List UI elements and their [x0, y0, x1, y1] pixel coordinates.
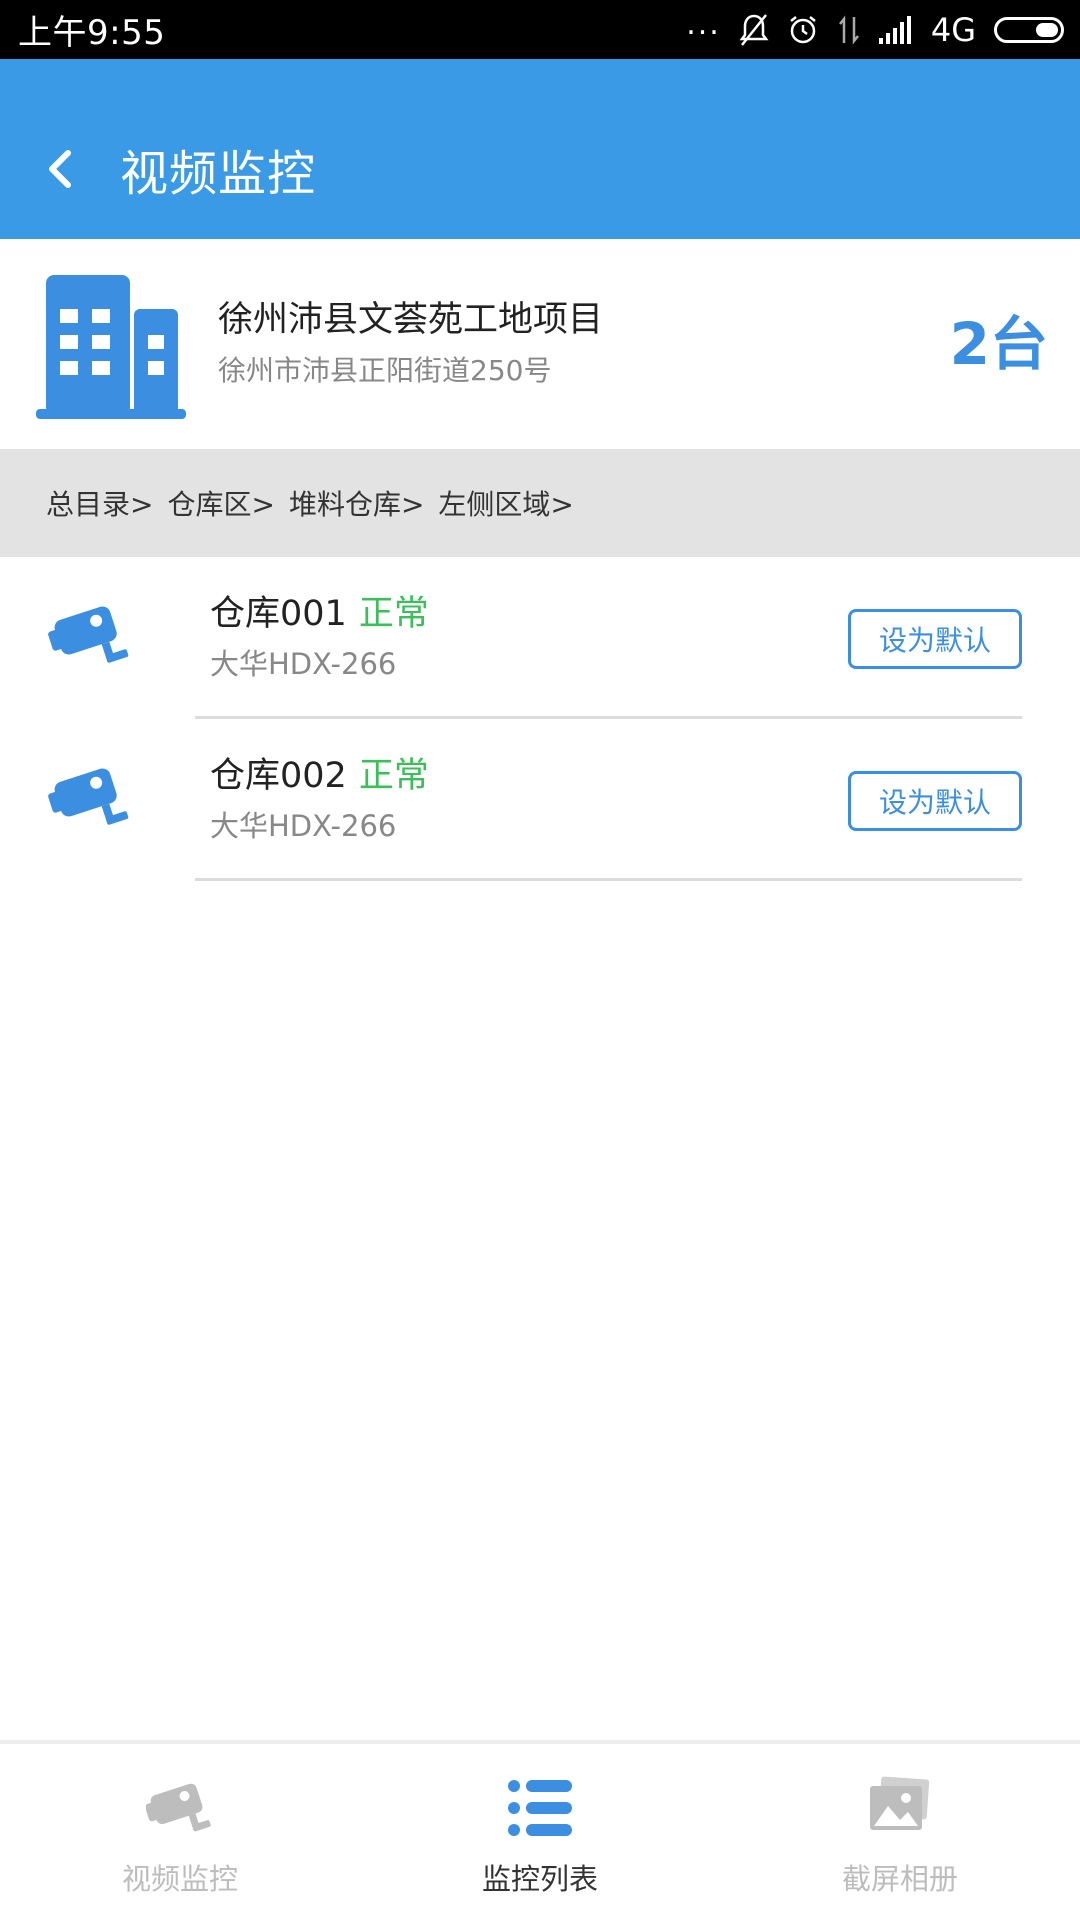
nav-item-screenshot-album[interactable]: 截屏相册	[720, 1744, 1080, 1920]
alarm-icon	[790, 15, 816, 43]
project-name: 徐州沛县文荟苑工地项目	[218, 300, 604, 340]
device-count: 2台	[949, 310, 1048, 378]
breadcrumb-item-warehouse-area[interactable]: 仓库区>	[167, 483, 274, 523]
nav-item-video-monitor[interactable]: 视频监控	[0, 1744, 360, 1920]
building-icon	[36, 275, 186, 419]
list-item[interactable]: 仓库001 正常 大华HDX-266 设为默认	[0, 557, 1080, 719]
set-default-button[interactable]: 设为默认	[848, 609, 1022, 669]
battery-icon	[994, 16, 1064, 43]
device-name-text: 仓库002	[210, 756, 347, 796]
gallery-icon	[870, 1776, 930, 1830]
device-status: 正常	[358, 756, 429, 796]
device-list: 仓库001 正常 大华HDX-266 设为默认 仓库002 正常 大华HDX-266…	[0, 557, 1080, 881]
breadcrumb: 总目录> 仓库区> 堆料仓库> 左侧区域>	[0, 449, 1080, 557]
status-time: 上午9:55	[18, 13, 166, 53]
device-status: 正常	[358, 594, 429, 634]
set-default-button[interactable]: 设为默认	[848, 771, 1022, 831]
network-type: 4G	[930, 10, 976, 49]
list-item[interactable]: 仓库002 正常 大华HDX-266 设为默认	[0, 719, 1080, 881]
nav-item-monitor-list[interactable]: 监控列表	[360, 1744, 720, 1920]
more-dots-icon: ...	[686, 6, 721, 42]
camera-icon	[48, 768, 129, 825]
breadcrumb-item-stockpile-warehouse[interactable]: 堆料仓库>	[289, 483, 424, 523]
bottom-nav: 视频监控 监控列表 截屏相册	[0, 1740, 1080, 1920]
data-transfer-icon	[838, 14, 859, 45]
nav-label: 监控列表	[481, 1862, 598, 1896]
nav-label: 截屏相册	[841, 1862, 958, 1896]
camera-icon	[48, 606, 129, 663]
device-name: 仓库001 正常	[210, 585, 429, 636]
divider	[195, 878, 1022, 881]
project-header: 徐州沛县文荟苑工地项目 徐州市沛县正阳街道250号 2台	[0, 239, 1080, 449]
project-address: 徐州市沛县正阳街道250号	[218, 354, 552, 387]
page-title: 视频监控	[120, 146, 317, 202]
breadcrumb-item-left-area[interactable]: 左侧区域>	[438, 483, 573, 523]
device-name-text: 仓库001	[210, 594, 347, 634]
breadcrumb-item-root[interactable]: 总目录>	[46, 483, 153, 523]
device-model: 大华HDX-266	[210, 647, 397, 681]
status-bar: 上午9:55 ... 4G	[0, 0, 1080, 59]
nav-label: 视频监控	[121, 1862, 238, 1896]
signal-icon	[878, 15, 911, 44]
status-icons: ... 4G	[686, 6, 1064, 49]
device-model: 大华HDX-266	[210, 809, 397, 843]
device-name: 仓库002 正常	[210, 747, 429, 798]
camera-icon	[146, 1783, 211, 1832]
list-icon	[508, 1780, 572, 1836]
back-arrow-icon[interactable]	[40, 139, 80, 199]
bell-off-icon	[739, 13, 769, 46]
app-bar: 视频监控	[0, 59, 1080, 239]
